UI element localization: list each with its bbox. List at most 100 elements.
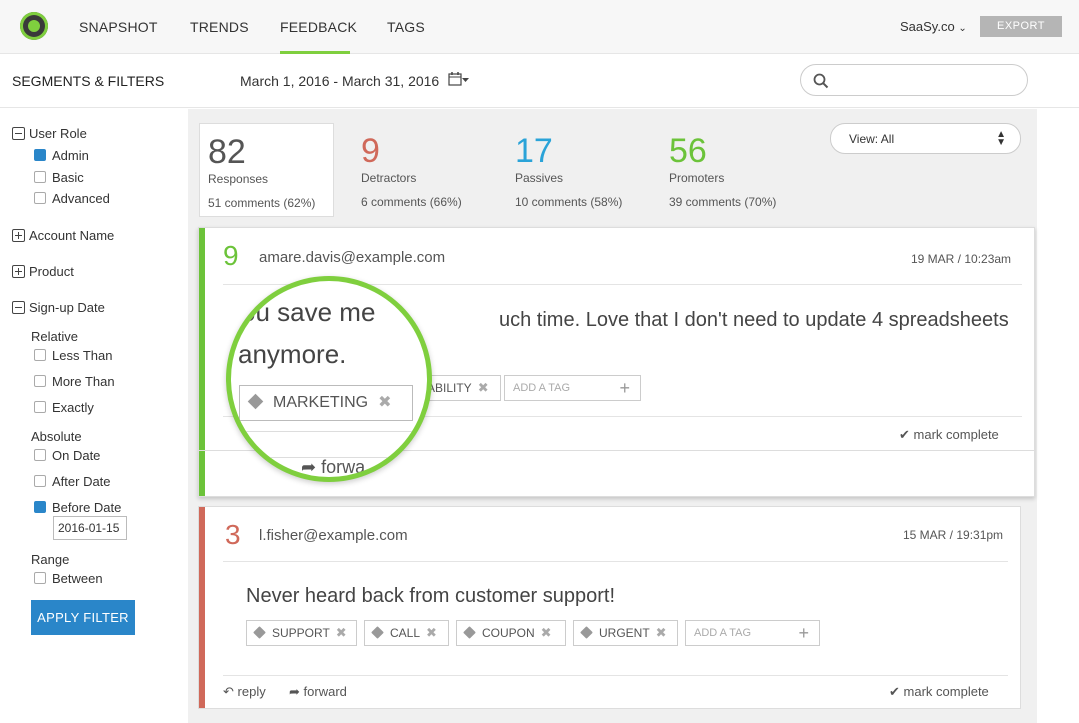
checkbox-label: Less Than xyxy=(52,348,113,363)
plus-icon[interactable]: + xyxy=(798,621,809,645)
stat-number: 82 xyxy=(208,133,246,171)
checkbox-label: Advanced xyxy=(52,191,110,206)
tab-feedback[interactable]: FEEDBACK xyxy=(280,19,357,35)
remove-tag-icon[interactable]: ✖ xyxy=(656,625,667,640)
stat-responses[interactable]: 82 Responses 51 comments (62%) xyxy=(199,123,334,217)
checkbox-checked-icon xyxy=(34,501,46,513)
role-admin-checkbox[interactable]: Admin xyxy=(34,148,89,163)
checkbox-icon xyxy=(34,572,46,584)
user-role-label: User Role xyxy=(29,126,87,141)
stat-number: 17 xyxy=(515,132,553,170)
search-input[interactable] xyxy=(800,64,1028,96)
feedback-card: 3 l.fisher@example.com 15 MAR / 19:31pm … xyxy=(198,506,1021,709)
stat-promoters[interactable]: 56 Promoters 39 comments (70%) xyxy=(669,123,776,217)
forward-button[interactable]: ➦ forward xyxy=(289,684,347,700)
absolute-heading: Absolute xyxy=(31,429,82,444)
sub-header: SEGMENTS & FILTERS March 1, 2016 - March… xyxy=(0,54,1079,108)
zoomed-forward[interactable]: ➦ forwa xyxy=(301,457,365,477)
account-name-label: Account Name xyxy=(29,228,115,243)
reply-button[interactable]: ↶ reply xyxy=(223,684,266,700)
score-color-bar xyxy=(199,507,205,708)
stat-number: 56 xyxy=(669,132,707,170)
export-button[interactable]: EXPORT xyxy=(980,16,1062,37)
tag-coupon: COUPON ✖ xyxy=(456,620,566,646)
tag-label: MARKETING xyxy=(273,394,369,411)
remove-tag-icon[interactable]: ✖ xyxy=(378,394,391,411)
less-than-checkbox[interactable]: Less Than xyxy=(34,348,112,363)
checkbox-checked-icon xyxy=(34,149,46,161)
apply-filter-button[interactable]: APPLY FILTER xyxy=(31,600,135,635)
feedback-email[interactable]: amare.davis@example.com xyxy=(259,249,445,266)
add-tag-input[interactable]: ADD A TAG + xyxy=(685,620,820,646)
view-select[interactable]: View: All ▲ ▼ xyxy=(830,123,1021,154)
divider xyxy=(231,431,427,432)
plus-icon[interactable]: + xyxy=(619,376,630,400)
between-checkbox[interactable]: Between xyxy=(34,571,103,586)
remove-tag-icon[interactable]: ✖ xyxy=(478,380,489,395)
tag-icon xyxy=(580,626,593,639)
tag-urgent: URGENT ✖ xyxy=(573,620,678,646)
tab-snapshot[interactable]: SNAPSHOT xyxy=(79,19,158,35)
magnifier-lens: ou save me anymore. MARKETING✖ ↶ ly ➦ fo… xyxy=(226,276,432,482)
feedback-score: 9 xyxy=(223,240,239,271)
tag-icon xyxy=(371,626,384,639)
tag-icon xyxy=(253,626,266,639)
collapse-icon xyxy=(12,301,25,314)
signup-date-toggle[interactable]: Sign-up Date xyxy=(12,300,105,315)
stat-label: Responses xyxy=(208,172,269,186)
remove-tag-icon[interactable]: ✖ xyxy=(336,625,347,640)
remove-tag-icon[interactable]: ✖ xyxy=(426,625,437,640)
stat-number: 9 xyxy=(361,132,380,170)
feedback-score: 3 xyxy=(225,519,241,550)
before-date-input[interactable]: 2016-01-15 xyxy=(53,516,127,540)
stat-label: Passives xyxy=(515,171,564,185)
checkbox-label: Exactly xyxy=(52,400,94,415)
tab-trends[interactable]: TRENDS xyxy=(190,19,249,35)
mark-complete-button[interactable]: ✔ mark complete xyxy=(889,684,989,700)
user-role-toggle[interactable]: User Role xyxy=(12,126,87,141)
remove-tag-icon[interactable]: ✖ xyxy=(541,625,552,640)
expand-icon xyxy=(12,265,25,278)
view-select-value: View: All xyxy=(849,132,895,146)
role-advanced-checkbox[interactable]: Advanced xyxy=(34,191,110,206)
date-range[interactable]: March 1, 2016 - March 31, 2016 xyxy=(240,73,439,89)
divider xyxy=(223,675,1008,676)
role-basic-checkbox[interactable]: Basic xyxy=(34,170,84,185)
app-logo[interactable] xyxy=(20,12,48,40)
zoomed-message-line1: ou save me xyxy=(241,297,376,327)
account-dropdown[interactable]: SaaSy.co ⌄ xyxy=(900,19,967,34)
feedback-timestamp: 19 MAR / 10:23am xyxy=(911,252,1012,266)
checkbox-icon xyxy=(34,449,46,461)
zoomed-message-line2: anymore. xyxy=(238,339,347,369)
stat-detractors[interactable]: 9 Detractors 6 comments (66%) xyxy=(361,123,462,217)
feedback-email[interactable]: l.fisher@example.com xyxy=(259,527,408,544)
range-heading: Range xyxy=(31,552,70,567)
mark-complete-button[interactable]: ✔ mark complete xyxy=(899,427,999,443)
stat-comments: 10 comments (58%) xyxy=(515,195,623,209)
stat-passives[interactable]: 17 Passives 10 comments (58%) xyxy=(515,123,622,217)
zoomed-tag-marketing: MARKETING ✖ xyxy=(239,385,413,421)
more-than-checkbox[interactable]: More Than xyxy=(34,374,115,389)
product-toggle[interactable]: Product xyxy=(12,264,74,279)
expand-icon xyxy=(12,229,25,242)
after-date-checkbox[interactable]: After Date xyxy=(34,474,111,489)
forward-label: forward xyxy=(303,684,347,699)
check-icon: ✔ xyxy=(899,427,910,442)
checkbox-label: On Date xyxy=(52,448,101,463)
checkbox-label: Basic xyxy=(52,170,84,185)
add-tag-input[interactable]: ADD A TAG + xyxy=(504,375,641,401)
check-icon: ✔ xyxy=(889,684,900,699)
tab-tags[interactable]: TAGS xyxy=(387,19,425,35)
before-date-checkbox[interactable]: Before Date xyxy=(34,500,121,515)
forward-icon: ➦ xyxy=(301,457,317,477)
exactly-checkbox[interactable]: Exactly xyxy=(34,400,94,415)
segments-filters-title: SEGMENTS & FILTERS xyxy=(12,73,165,89)
on-date-checkbox[interactable]: On Date xyxy=(34,448,100,463)
calendar-icon[interactable] xyxy=(448,72,470,89)
tag-label: SUPPORT xyxy=(272,626,330,640)
add-tag-placeholder: ADD A TAG xyxy=(513,382,571,394)
account-name: SaaSy.co xyxy=(900,19,955,34)
mark-complete-label: mark complete xyxy=(903,684,989,699)
account-name-toggle[interactable]: Account Name xyxy=(12,228,114,243)
zoomed-reply[interactable]: ly xyxy=(259,459,272,477)
